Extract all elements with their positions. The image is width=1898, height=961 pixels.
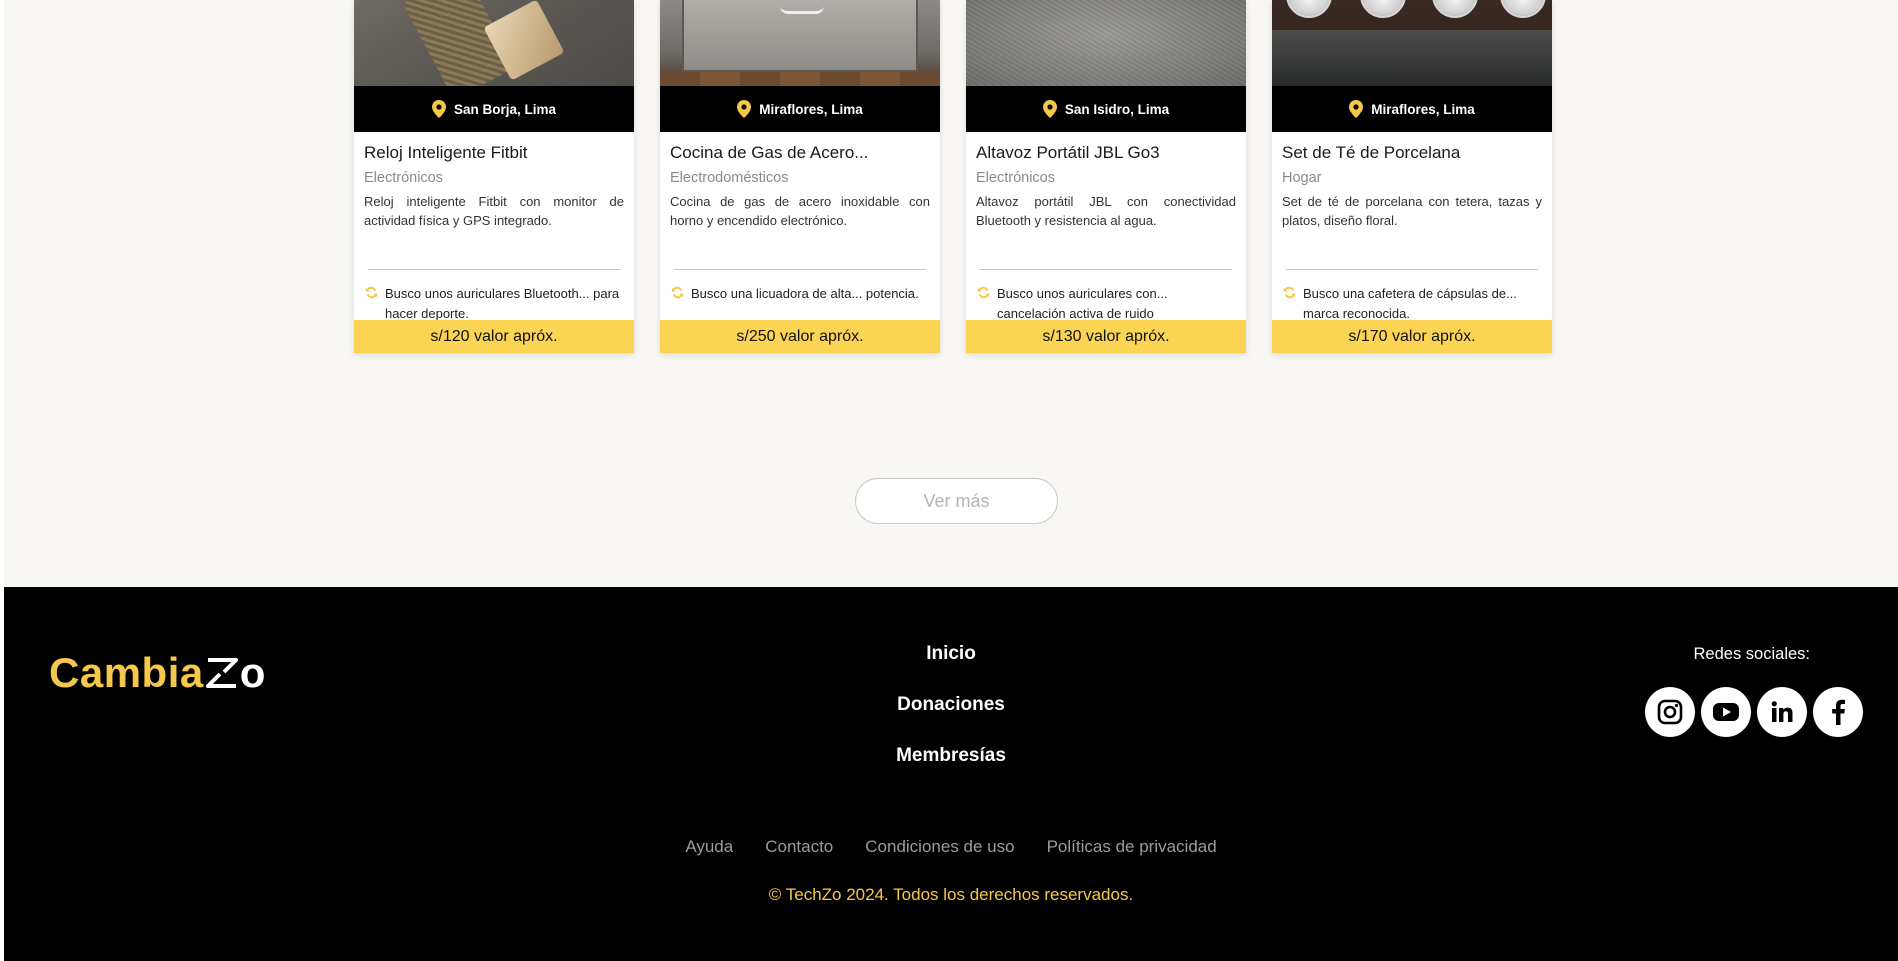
location-pin-icon: [1042, 100, 1057, 118]
linkedin-icon[interactable]: [1757, 687, 1807, 737]
youtube-icon[interactable]: [1701, 687, 1751, 737]
exchange-wish-text: Busco unos auriculares con... cancelació…: [997, 286, 1168, 321]
social-links: [1645, 687, 1863, 737]
product-title[interactable]: Altavoz Portátil JBL Go3: [976, 143, 1236, 163]
exchange-wish: Busco una licuadora de alta... potencia.: [670, 284, 928, 304]
product-description: Cocina de gas de acero inoxidable con ho…: [670, 194, 930, 228]
location-pin-icon: [431, 100, 446, 118]
location-pin-icon: [1349, 100, 1364, 118]
instagram-icon[interactable]: [1645, 687, 1695, 737]
location-label: Miraflores, Lima: [1371, 101, 1475, 117]
exchange-wish: Busco unos auriculares Bluetooth... para…: [364, 284, 622, 324]
exchange-wish-text: Busco una licuadora de alta... potencia.: [691, 286, 919, 301]
privacy-link[interactable]: Políticas de privacidad: [1047, 837, 1217, 857]
copyright: © TechZo 2024. Todos los derechos reserv…: [768, 885, 1134, 904]
product-image[interactable]: [966, 0, 1246, 86]
divider: [674, 269, 926, 270]
exchange-wish-text: Busco una cafetera de cápsulas de... mar…: [1303, 286, 1517, 321]
location-label: San Borja, Lima: [453, 101, 557, 117]
product-card[interactable]: Miraflores, Lima Set de Té de Porcelana …: [1272, 0, 1552, 353]
product-title[interactable]: Reloj Inteligente Fitbit: [364, 143, 624, 163]
product-title[interactable]: Set de Té de Porcelana: [1282, 143, 1542, 163]
footer-nav-donaciones[interactable]: Donaciones: [897, 694, 1005, 745]
price-bar: s/250 valor apróx.: [660, 320, 940, 353]
location-label: Miraflores, Lima: [759, 101, 863, 117]
exchange-wish: Busco una cafetera de cápsulas de... mar…: [1282, 284, 1540, 324]
footer-nav-membresias[interactable]: Membresías: [896, 745, 1006, 796]
footer: Cambia o Inicio Donaciones Membresías Re…: [4, 587, 1898, 961]
product-image[interactable]: [1272, 0, 1552, 86]
price-bar: s/120 valor apróx.: [354, 320, 634, 353]
terms-link[interactable]: Condiciones de uso: [865, 837, 1014, 857]
location-label: San Isidro, Lima: [1064, 101, 1170, 117]
product-card[interactable]: Miraflores, Lima Cocina de Gas de Acero.…: [660, 0, 940, 353]
exchange-wish: Busco unos auriculares con... cancelació…: [976, 284, 1234, 324]
exchange-icon: [671, 286, 684, 299]
exchange-icon: [365, 286, 378, 299]
footer-links: Ayuda Contacto Condiciones de uso Políti…: [4, 837, 1898, 857]
product-card[interactable]: San Isidro, Lima Altavoz Portátil JBL Go…: [966, 0, 1246, 353]
product-category: Hogar: [1282, 170, 1322, 186]
footer-nav: Inicio Donaciones Membresías: [4, 643, 1898, 796]
divider: [980, 269, 1232, 270]
help-link[interactable]: Ayuda: [685, 837, 733, 857]
product-image[interactable]: [660, 0, 940, 86]
price-bar: s/170 valor apróx.: [1272, 320, 1552, 353]
location-pin-icon: [737, 100, 752, 118]
exchange-wish-text: Busco unos auriculares Bluetooth... para…: [385, 286, 620, 321]
location-bar: Miraflores, Lima: [660, 86, 940, 132]
product-list: San Borja, Lima Reloj Inteligente Fitbit…: [354, 0, 1552, 353]
location-bar: San Borja, Lima: [354, 86, 634, 132]
social-label: Redes sociales:: [1693, 645, 1810, 663]
product-image[interactable]: [354, 0, 634, 86]
footer-nav-inicio[interactable]: Inicio: [926, 643, 976, 694]
location-bar: San Isidro, Lima: [966, 86, 1246, 132]
divider: [368, 269, 620, 270]
product-category: Electrónicos: [364, 170, 443, 186]
product-card[interactable]: San Borja, Lima Reloj Inteligente Fitbit…: [354, 0, 634, 353]
location-bar: Miraflores, Lima: [1272, 86, 1552, 132]
product-description: Set de té de porcelana con tetera, tazas…: [1282, 194, 1542, 228]
product-description: Altavoz portátil JBL con conectividad Bl…: [976, 194, 1236, 228]
product-category: Electrónicos: [976, 170, 1055, 186]
facebook-icon[interactable]: [1813, 687, 1863, 737]
exchange-icon: [977, 286, 990, 299]
contact-link[interactable]: Contacto: [765, 837, 833, 857]
divider: [1286, 269, 1538, 270]
product-description: Reloj inteligente Fitbit con monitor de …: [364, 194, 624, 228]
price-bar: s/130 valor apróx.: [966, 320, 1246, 353]
product-category: Electrodomésticos: [670, 170, 789, 186]
exchange-icon: [1283, 286, 1296, 299]
see-more-button[interactable]: Ver más: [855, 478, 1058, 524]
product-title[interactable]: Cocina de Gas de Acero...: [670, 143, 930, 163]
